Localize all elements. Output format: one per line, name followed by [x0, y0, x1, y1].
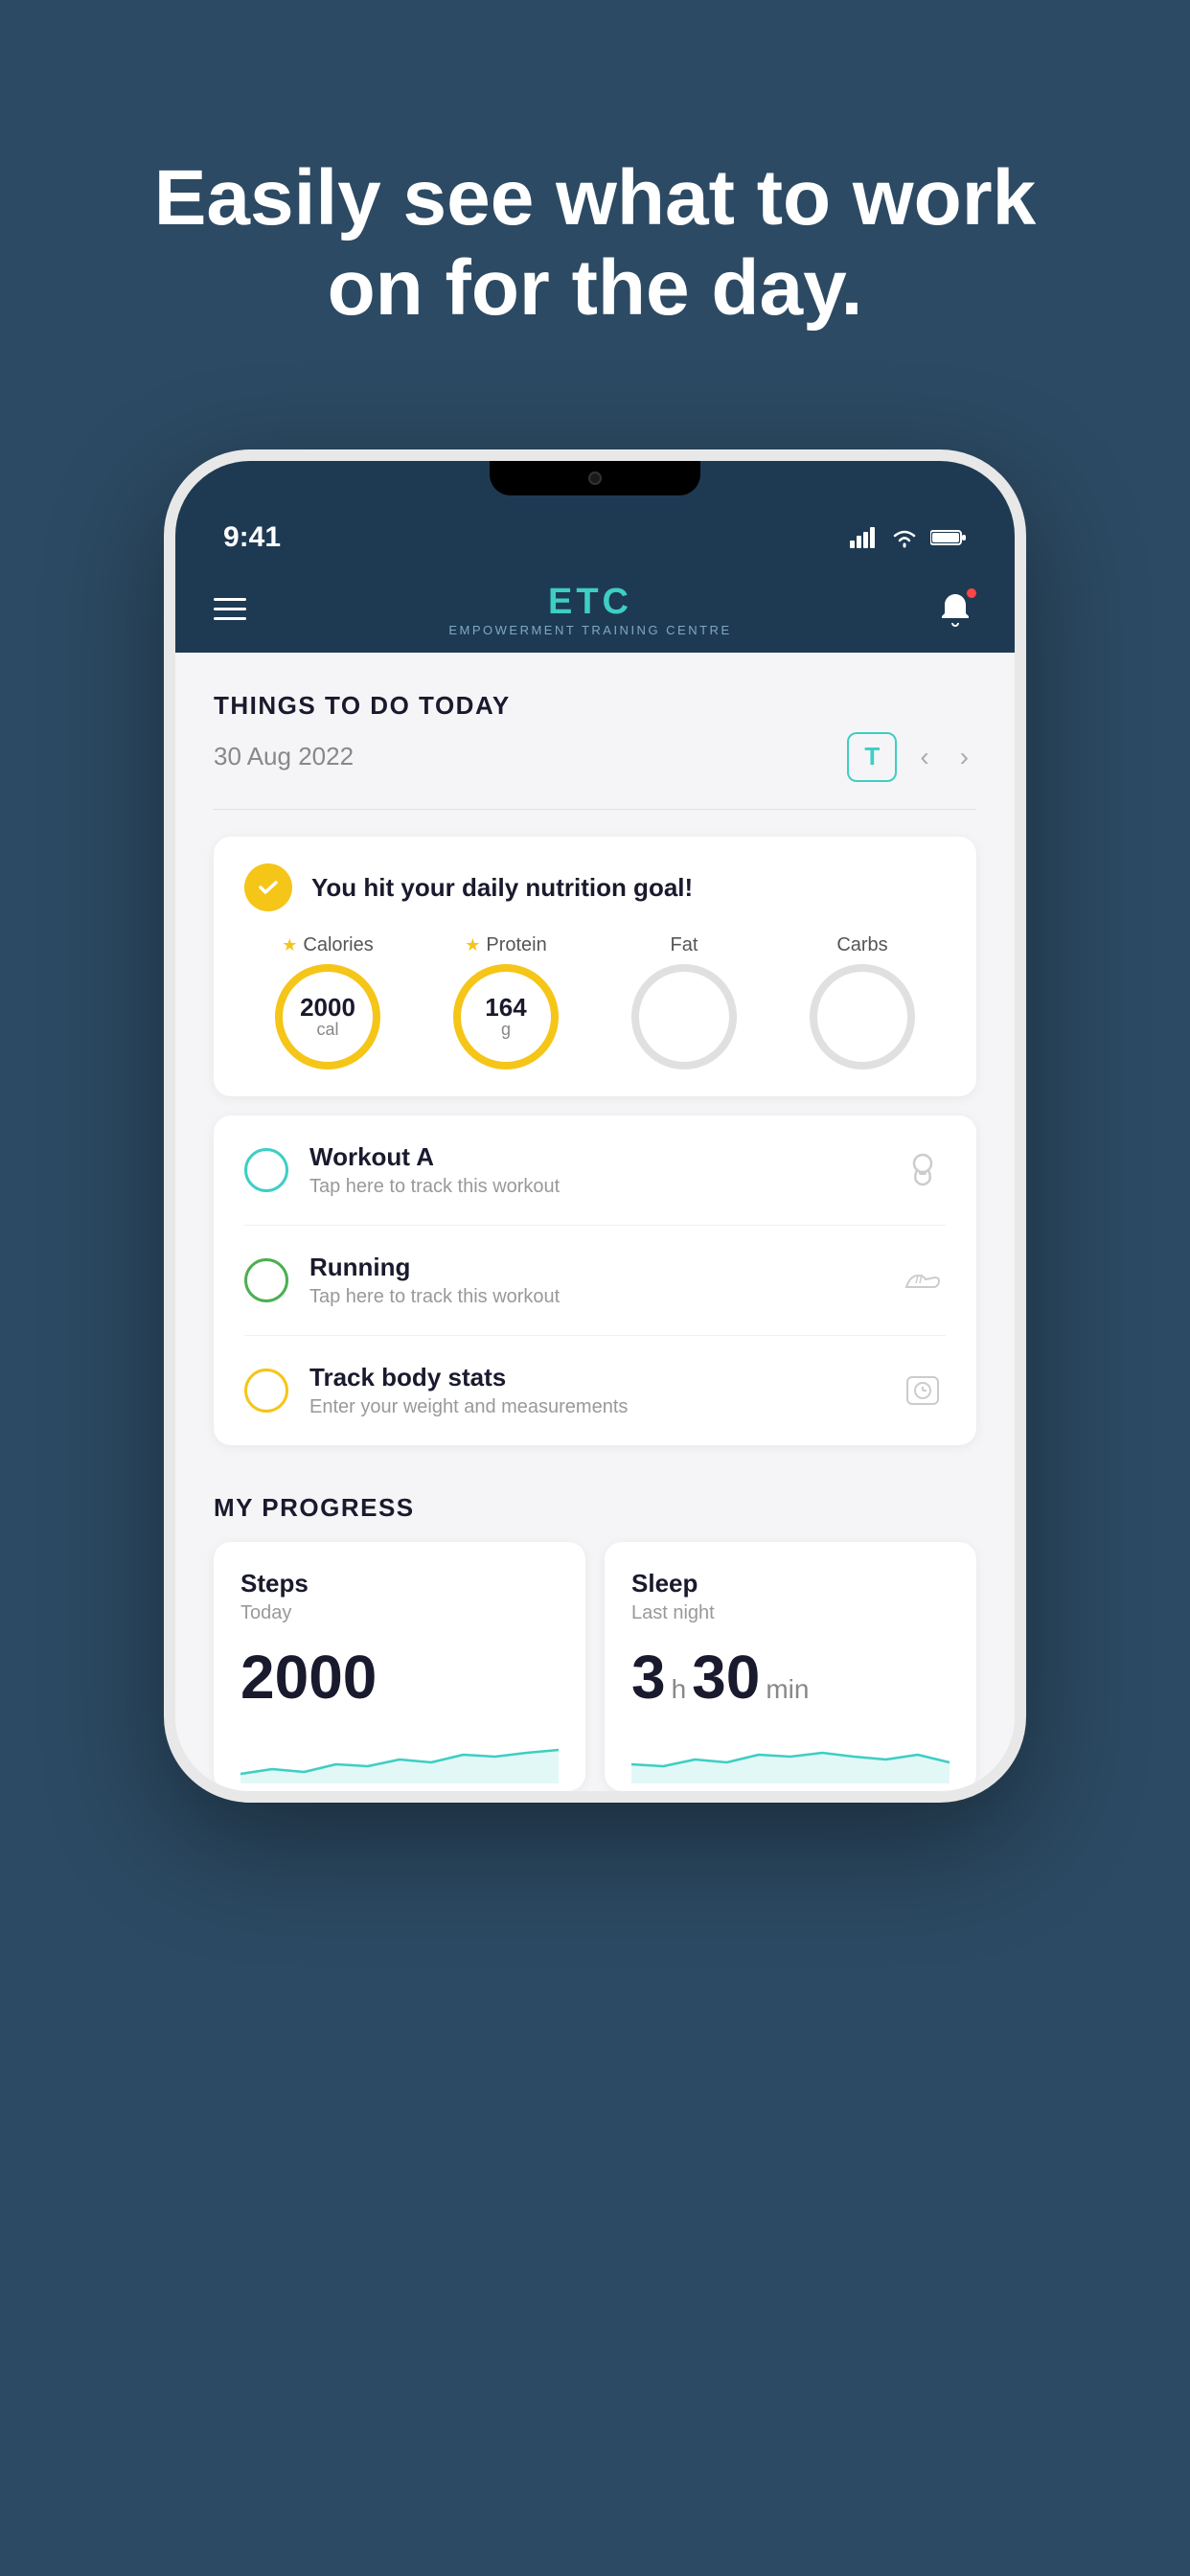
sleep-minutes: 30 — [692, 1644, 760, 1711]
calories-circle: 2000 cal — [275, 964, 380, 1070]
workout-a-content: Workout A Tap here to track this workout — [309, 1142, 900, 1198]
carbs-circle — [810, 964, 915, 1070]
wifi-icon — [890, 527, 919, 548]
running-sub: Tap here to track this workout — [309, 1286, 900, 1308]
camera — [588, 472, 602, 485]
running-name: Running — [309, 1253, 900, 1282]
protein-label-text: Protein — [486, 934, 546, 956]
protein-label: ★ Protein — [465, 934, 547, 956]
signal-icon — [850, 527, 879, 548]
next-day-button[interactable]: › — [952, 738, 976, 776]
carbs-label-text: Carbs — [836, 934, 887, 956]
logo-subtitle: EMPOWERMENT TRAINING CENTRE — [448, 623, 731, 637]
date-text: 30 Aug 2022 — [214, 742, 354, 771]
fat-circle — [631, 964, 737, 1070]
phone-frame: 9:41 — [164, 449, 1026, 1804]
task-list: Workout A Tap here to track this workout… — [214, 1116, 976, 1445]
workout-a-sub: Tap here to track this workout — [309, 1176, 900, 1198]
calories-star: ★ — [282, 935, 297, 955]
protein-star: ★ — [465, 935, 480, 955]
progress-section: MY PROGRESS Steps Today 2000 S — [214, 1464, 976, 1791]
macro-fat: Fat — [631, 934, 737, 1070]
today-button[interactable]: T — [847, 732, 897, 782]
protein-value: 164 — [485, 995, 526, 1020]
hamburger-menu[interactable] — [214, 598, 246, 620]
battery-icon — [930, 528, 967, 547]
notification-bell[interactable] — [934, 588, 976, 631]
notification-dot — [965, 586, 978, 600]
divider — [214, 809, 976, 811]
sleep-hours: 3 — [631, 1644, 666, 1711]
sleep-card: Sleep Last night 3 h 30 min — [605, 1542, 976, 1791]
running-circle — [244, 1258, 288, 1302]
sleep-h-unit: h — [672, 1674, 687, 1705]
body-stats-sub: Enter your weight and measurements — [309, 1396, 900, 1418]
prev-day-button[interactable]: ‹ — [912, 738, 936, 776]
check-circle — [244, 863, 292, 911]
nutrition-goal-text: You hit your daily nutrition goal! — [311, 873, 693, 903]
nutrition-macros: ★ Calories 2000 cal ★ Protein 164 — [244, 934, 946, 1070]
shoe-icon — [900, 1257, 946, 1303]
scale-icon — [900, 1368, 946, 1414]
calories-value: 2000 — [300, 995, 355, 1020]
app-logo: ETC EMPOWERMENT TRAINING CENTRE — [448, 582, 731, 637]
fat-label-text: Fat — [671, 934, 698, 956]
task-body-stats[interactable]: Track body stats Enter your weight and m… — [244, 1336, 946, 1445]
steps-subtitle: Today — [240, 1602, 559, 1624]
macro-protein: ★ Protein 164 g — [453, 934, 559, 1070]
hero-text: Easily see what to work on for the day. — [0, 0, 1190, 411]
date-controls: T ‹ › — [847, 732, 976, 782]
app-content: THINGS TO DO TODAY 30 Aug 2022 T ‹ › — [175, 653, 1015, 1792]
steps-card: Steps Today 2000 — [214, 1542, 585, 1791]
status-bar: 9:41 — [175, 509, 1015, 566]
task-running[interactable]: Running Tap here to track this workout — [244, 1226, 946, 1336]
body-stats-name: Track body stats — [309, 1363, 900, 1392]
date-row: 30 Aug 2022 T ‹ › — [214, 732, 976, 782]
nutrition-card: You hit your daily nutrition goal! ★ Cal… — [214, 837, 976, 1096]
sleep-subtitle: Last night — [631, 1602, 950, 1624]
carbs-label: Carbs — [836, 934, 887, 956]
app-header: ETC EMPOWERMENT TRAINING CENTRE — [175, 566, 1015, 653]
status-icons — [850, 527, 967, 548]
protein-unit: g — [501, 1020, 511, 1040]
steps-title: Steps — [240, 1569, 559, 1598]
sleep-chart — [631, 1726, 950, 1783]
status-time: 9:41 — [223, 521, 281, 554]
section-title: THINGS TO DO TODAY — [214, 691, 976, 721]
sleep-value: 3 h 30 min — [631, 1644, 950, 1711]
workout-a-name: Workout A — [309, 1142, 900, 1172]
notch — [490, 461, 700, 495]
body-stats-content: Track body stats Enter your weight and m… — [309, 1363, 900, 1418]
workout-a-circle — [244, 1148, 288, 1192]
calories-label: ★ Calories — [282, 934, 374, 956]
sleep-min-unit: min — [766, 1674, 809, 1705]
fat-label: Fat — [671, 934, 698, 956]
nutrition-header: You hit your daily nutrition goal! — [244, 863, 946, 911]
today-btn-label: T — [864, 742, 880, 771]
macro-calories: ★ Calories 2000 cal — [275, 934, 380, 1070]
calories-label-text: Calories — [303, 934, 373, 956]
my-progress-title: MY PROGRESS — [214, 1493, 976, 1523]
macro-carbs: Carbs — [810, 934, 915, 1070]
progress-cards: Steps Today 2000 Sleep Last night — [214, 1542, 976, 1791]
logo-title: ETC — [448, 582, 731, 623]
kettlebell-icon — [900, 1147, 946, 1193]
running-content: Running Tap here to track this workout — [309, 1253, 900, 1308]
sleep-title: Sleep — [631, 1569, 950, 1598]
task-workout-a[interactable]: Workout A Tap here to track this workout — [244, 1116, 946, 1226]
body-stats-circle — [244, 1368, 288, 1413]
notch-area — [175, 461, 1015, 509]
steps-value: 2000 — [240, 1644, 559, 1711]
steps-chart — [240, 1726, 559, 1783]
calories-unit: cal — [316, 1020, 338, 1040]
protein-circle: 164 g — [453, 964, 559, 1070]
